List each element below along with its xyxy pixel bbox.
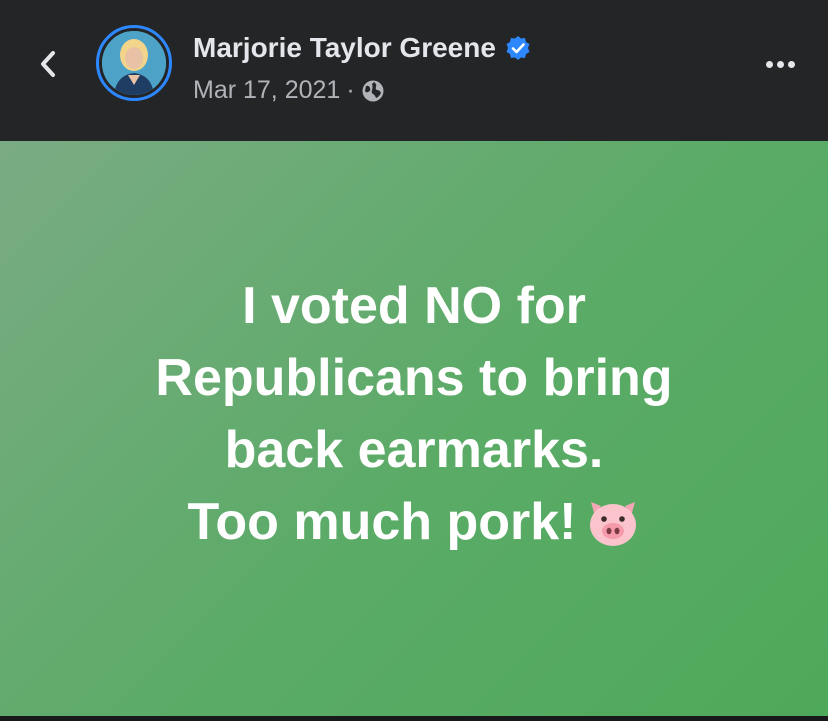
globe-icon[interactable] xyxy=(361,79,385,103)
post-line-2: Republicans to bring xyxy=(155,348,673,407)
more-dot xyxy=(787,60,795,68)
post-header: Marjorie Taylor Greene Mar 17, 2021 · xyxy=(0,0,828,141)
more-options-button[interactable] xyxy=(756,48,804,80)
author-name: Marjorie Taylor Greene xyxy=(193,32,496,63)
author-name-link[interactable]: Marjorie Taylor Greene xyxy=(193,32,531,64)
post-meta: Mar 17, 2021 · xyxy=(193,76,385,105)
post-text: I voted NO for Republicans to bring back… xyxy=(34,270,794,558)
post-line-4-text: Too much pork! xyxy=(187,492,577,551)
post-line-3: back earmarks. xyxy=(224,420,604,479)
pig-face-emoji xyxy=(585,495,641,547)
back-button[interactable] xyxy=(28,44,68,84)
avatar-image xyxy=(102,31,166,95)
more-dot xyxy=(776,60,784,68)
post-date[interactable]: Mar 17, 2021 xyxy=(193,76,340,105)
profile-avatar[interactable] xyxy=(96,25,172,101)
post-content: I voted NO for Republicans to bring back… xyxy=(0,141,828,716)
chevron-left-icon xyxy=(41,51,55,77)
post-line-4: Too much pork! xyxy=(34,486,794,558)
post-line-1: I voted NO for xyxy=(242,276,586,335)
meta-separator: · xyxy=(346,76,355,104)
verified-badge-icon xyxy=(505,35,531,61)
bottom-divider xyxy=(0,716,828,721)
more-horizontal-icon xyxy=(765,60,773,68)
